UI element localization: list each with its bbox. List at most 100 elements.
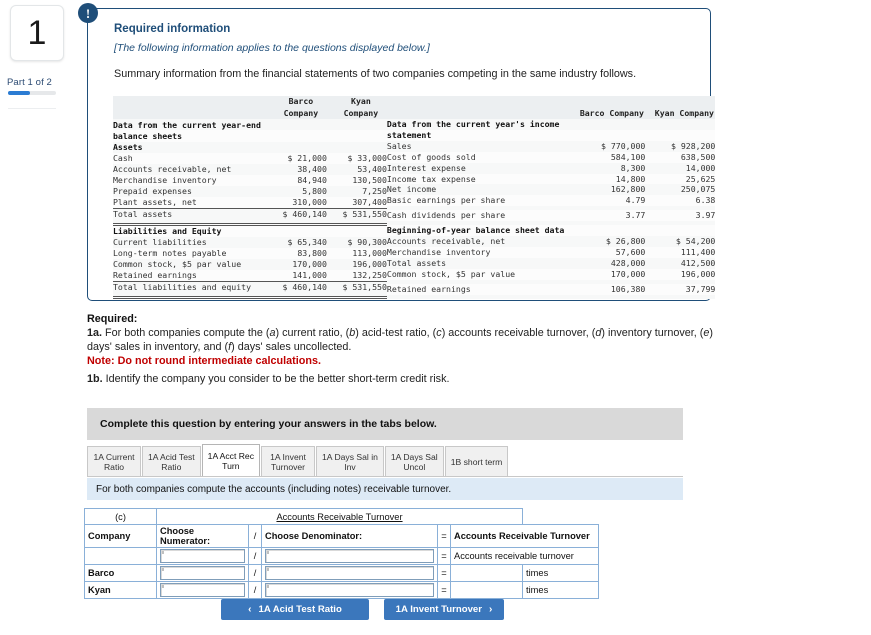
tab-1a-current-ratio[interactable]: 1A Current Ratio — [87, 446, 141, 477]
numerator-input-cell-barco[interactable] — [156, 564, 249, 582]
exclamation-icon: ! — [78, 3, 98, 23]
part-progress-fill — [8, 91, 30, 95]
answer-grid: (c) Accounts Receivable Turnover Company… — [84, 508, 599, 599]
col-numerator: Choose Numerator: — [156, 524, 249, 548]
answer-header-row: Company Choose Numerator: / Choose Denom… — [84, 524, 599, 548]
table-row: Barco / = times — [84, 564, 599, 582]
table-row: Basic earnings per share 4.79 6.38 — [386, 195, 716, 207]
result-label-row: Accounts receivable turnover — [450, 547, 599, 565]
bs-assets-title: Assets — [113, 141, 143, 152]
answer-tabs: 1A Current Ratio 1A Acid Test Ratio 1A A… — [87, 444, 509, 477]
is-section-title-2b: Beginning-of-year balance sheet data — [386, 225, 565, 236]
item-1b-prefix: 1b. — [87, 373, 103, 385]
part-label: (c) — [84, 508, 157, 525]
answer-title-row: (c) Accounts Receivable Turnover — [84, 508, 599, 525]
tab-1a-invent-turnover[interactable]: 1A Invent Turnover — [261, 446, 316, 477]
bs-liab-title: Liabilities and Equity — [113, 225, 222, 236]
table-row: Retained earnings 106,380 37,799 — [386, 283, 716, 295]
table-row: Common stock, $5 par value 170,000 196,0… — [113, 258, 387, 270]
table-row: Accounts receivable, net $ 26,800 $ 54,2… — [386, 236, 716, 247]
numerator-input-cell-kyan[interactable] — [156, 581, 249, 599]
card-title: Required information — [114, 23, 231, 35]
table-row: Sales $ 770,000 $ 928,200 — [386, 140, 716, 152]
required-heading: Required: — [87, 313, 138, 325]
col-result: Accounts Receivable Turnover — [450, 524, 599, 548]
bs-section-title-2: balance sheets — [113, 130, 183, 141]
income-statement-table: Barco Company Kyan Company Data from the… — [386, 96, 716, 299]
is-section-title-1: Data from the current year's income — [386, 119, 560, 129]
table-row: Current liabilities $ 65,340 $ 90,300 — [113, 236, 387, 248]
header-kyan-l2: Company — [343, 107, 379, 118]
tab-1a-days-sal-in-inv[interactable]: 1A Days Sal in Inv — [316, 446, 384, 477]
tabs-underline — [87, 476, 683, 477]
table-header-row: Barco Kyan — [113, 96, 387, 108]
tab-1a-acid-test-ratio[interactable]: 1A Acid Test Ratio — [142, 446, 201, 477]
next-tab-button[interactable]: 1A Invent Turnover › — [384, 599, 504, 620]
answer-table-title: Accounts Receivable Turnover — [156, 508, 523, 525]
result-value-kyan[interactable] — [450, 581, 523, 599]
denominator-input-barco[interactable] — [265, 566, 434, 580]
required-item-1a: 1a. For both companies compute the (a) c… — [87, 327, 713, 353]
table-row: Kyan / = times — [84, 581, 599, 599]
result-unit-kyan: times — [522, 581, 599, 599]
table-header-row — [386, 96, 716, 108]
prev-tab-button[interactable]: ‹ 1A Acid Test Ratio — [221, 599, 369, 620]
table-row: Merchandise inventory 84,940 130,500 — [113, 174, 387, 186]
numerator-input-cell-0[interactable] — [156, 547, 249, 565]
section-title-row: Data from the current year-end — [113, 119, 387, 131]
numerator-input-kyan[interactable] — [160, 583, 245, 597]
numerator-input-barco[interactable] — [160, 566, 245, 580]
table-row: Accounts receivable, net 38,400 53,400 — [113, 163, 387, 175]
question-number: 1 — [27, 14, 47, 52]
table-row: Retained earnings 141,000 132,250 — [113, 269, 387, 282]
numerator-input-0[interactable] — [160, 549, 245, 563]
card-summary: Summary information from the financial s… — [114, 68, 637, 80]
part-progress-label: Part 1 of 2 — [7, 77, 52, 88]
col-slash: / — [248, 524, 262, 548]
chevron-left-icon: ‹ — [248, 604, 252, 615]
header-barco-income: Barco Company — [579, 107, 644, 118]
table-row: Net income 162,800 250,075 — [386, 184, 716, 196]
table-row: Cash $ 21,000 $ 33,000 — [113, 152, 387, 164]
table-row: Common stock, $5 par value 170,000 196,0… — [386, 268, 716, 280]
is-section-title-2: statement — [386, 129, 432, 140]
table-row: Merchandise inventory 57,600 111,400 — [386, 246, 716, 258]
next-tab-label: 1A Invent Turnover — [395, 604, 482, 615]
result-unit-barco: times — [522, 564, 599, 582]
table-row: Total assets 428,000 412,500 — [386, 257, 716, 269]
header-kyan-l1: Kyan — [351, 96, 371, 107]
item-1a-prefix: 1a. — [87, 327, 103, 339]
tab-description: For both companies compute the accounts … — [87, 478, 683, 500]
tab-1a-acct-rec-turn[interactable]: 1A Acct Rec Turn — [201, 444, 261, 477]
header-barco-l1: Barco — [288, 96, 314, 107]
denominator-input-cell-barco[interactable] — [261, 564, 438, 582]
required-item-1b: 1b. Identify the company you consider to… — [87, 373, 450, 385]
denominator-input-kyan[interactable] — [265, 583, 434, 597]
denominator-input-cell-0[interactable] — [261, 547, 438, 565]
denominator-input-0[interactable] — [265, 549, 434, 563]
table-row: / = Accounts receivable turnover — [84, 547, 599, 565]
table-row-total: Total liabilities and equity $ 460,140 $… — [113, 280, 387, 294]
result-value-barco[interactable] — [450, 564, 523, 582]
chevron-right-icon: › — [489, 604, 493, 615]
rail-divider — [8, 108, 56, 109]
required-note: Note: Do not round intermediate calculat… — [87, 355, 321, 367]
prev-tab-label: 1A Acid Test Ratio — [258, 604, 342, 615]
denominator-input-cell-kyan[interactable] — [261, 581, 438, 599]
part-progress-bar — [8, 91, 56, 95]
tab-1b-short-term[interactable]: 1B short term — [444, 446, 509, 477]
question-number-box[interactable]: 1 — [10, 5, 64, 61]
accounts-receivable-turnover-table: (c) Accounts Receivable Turnover Company… — [84, 508, 599, 599]
exercise-page: 1 Part 1 of 2 ! Required information [Th… — [0, 0, 871, 635]
table-row: Long-term notes payable 83,800 113,000 — [113, 247, 387, 259]
tab-1a-days-sal-uncol[interactable]: 1A Days Sal Uncol — [384, 446, 444, 477]
financial-statements: Barco Kyan Company Company Data from the… — [113, 96, 716, 299]
col-equals: = — [437, 524, 451, 548]
table-row: Interest expense 8,300 14,000 — [386, 162, 716, 174]
required-section: Required: 1a. For both companies compute… — [87, 313, 727, 367]
col-company: Company — [84, 524, 157, 548]
table-row: Cash dividends per share 3.77 3.97 — [386, 210, 716, 222]
table-row: Cost of goods sold 584,100 638,500 — [386, 151, 716, 163]
header-barco-l2: Company — [283, 107, 319, 118]
balance-sheet-table: Barco Kyan Company Company Data from the… — [113, 96, 387, 299]
